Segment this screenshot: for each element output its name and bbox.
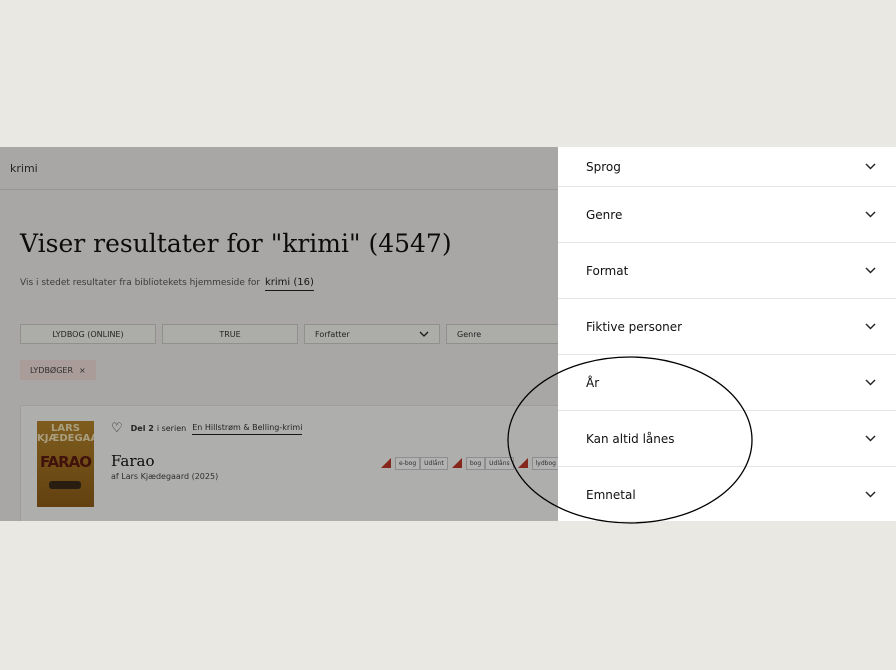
facet-label: Genre bbox=[586, 207, 623, 222]
facet-label: Sprog bbox=[586, 159, 621, 174]
modal-backdrop[interactable] bbox=[0, 147, 558, 521]
chevron-down-icon bbox=[865, 163, 876, 170]
facet-format[interactable]: Format bbox=[558, 243, 896, 299]
chevron-down-icon bbox=[865, 379, 876, 386]
facet-label: Kan altid lånes bbox=[586, 431, 675, 446]
facet-genre[interactable]: Genre bbox=[558, 187, 896, 243]
facet-label: Format bbox=[586, 263, 629, 278]
facet-sprog[interactable]: Sprog bbox=[558, 147, 896, 187]
facet-label: År bbox=[586, 375, 600, 390]
facet-emnetal[interactable]: Emnetal bbox=[558, 467, 896, 521]
search-results-page: krimi Viser resultater for "krimi" (4547… bbox=[0, 147, 558, 521]
chevron-down-icon bbox=[865, 267, 876, 274]
chevron-down-icon bbox=[865, 323, 876, 330]
facet-kan-altid-laanes[interactable]: Kan altid lånes bbox=[558, 411, 896, 467]
facet-fiktive-personer[interactable]: Fiktive personer bbox=[558, 299, 896, 355]
facet-label: Emnetal bbox=[586, 487, 636, 502]
facet-aar[interactable]: År bbox=[558, 355, 896, 411]
chevron-down-icon bbox=[865, 435, 876, 442]
facet-panel: Sprog Genre Format Fiktive personer År K… bbox=[558, 147, 896, 521]
facet-label: Fiktive personer bbox=[586, 319, 683, 334]
app-viewport: krimi Viser resultater for "krimi" (4547… bbox=[0, 147, 896, 521]
chevron-down-icon bbox=[865, 491, 876, 498]
chevron-down-icon bbox=[865, 211, 876, 218]
